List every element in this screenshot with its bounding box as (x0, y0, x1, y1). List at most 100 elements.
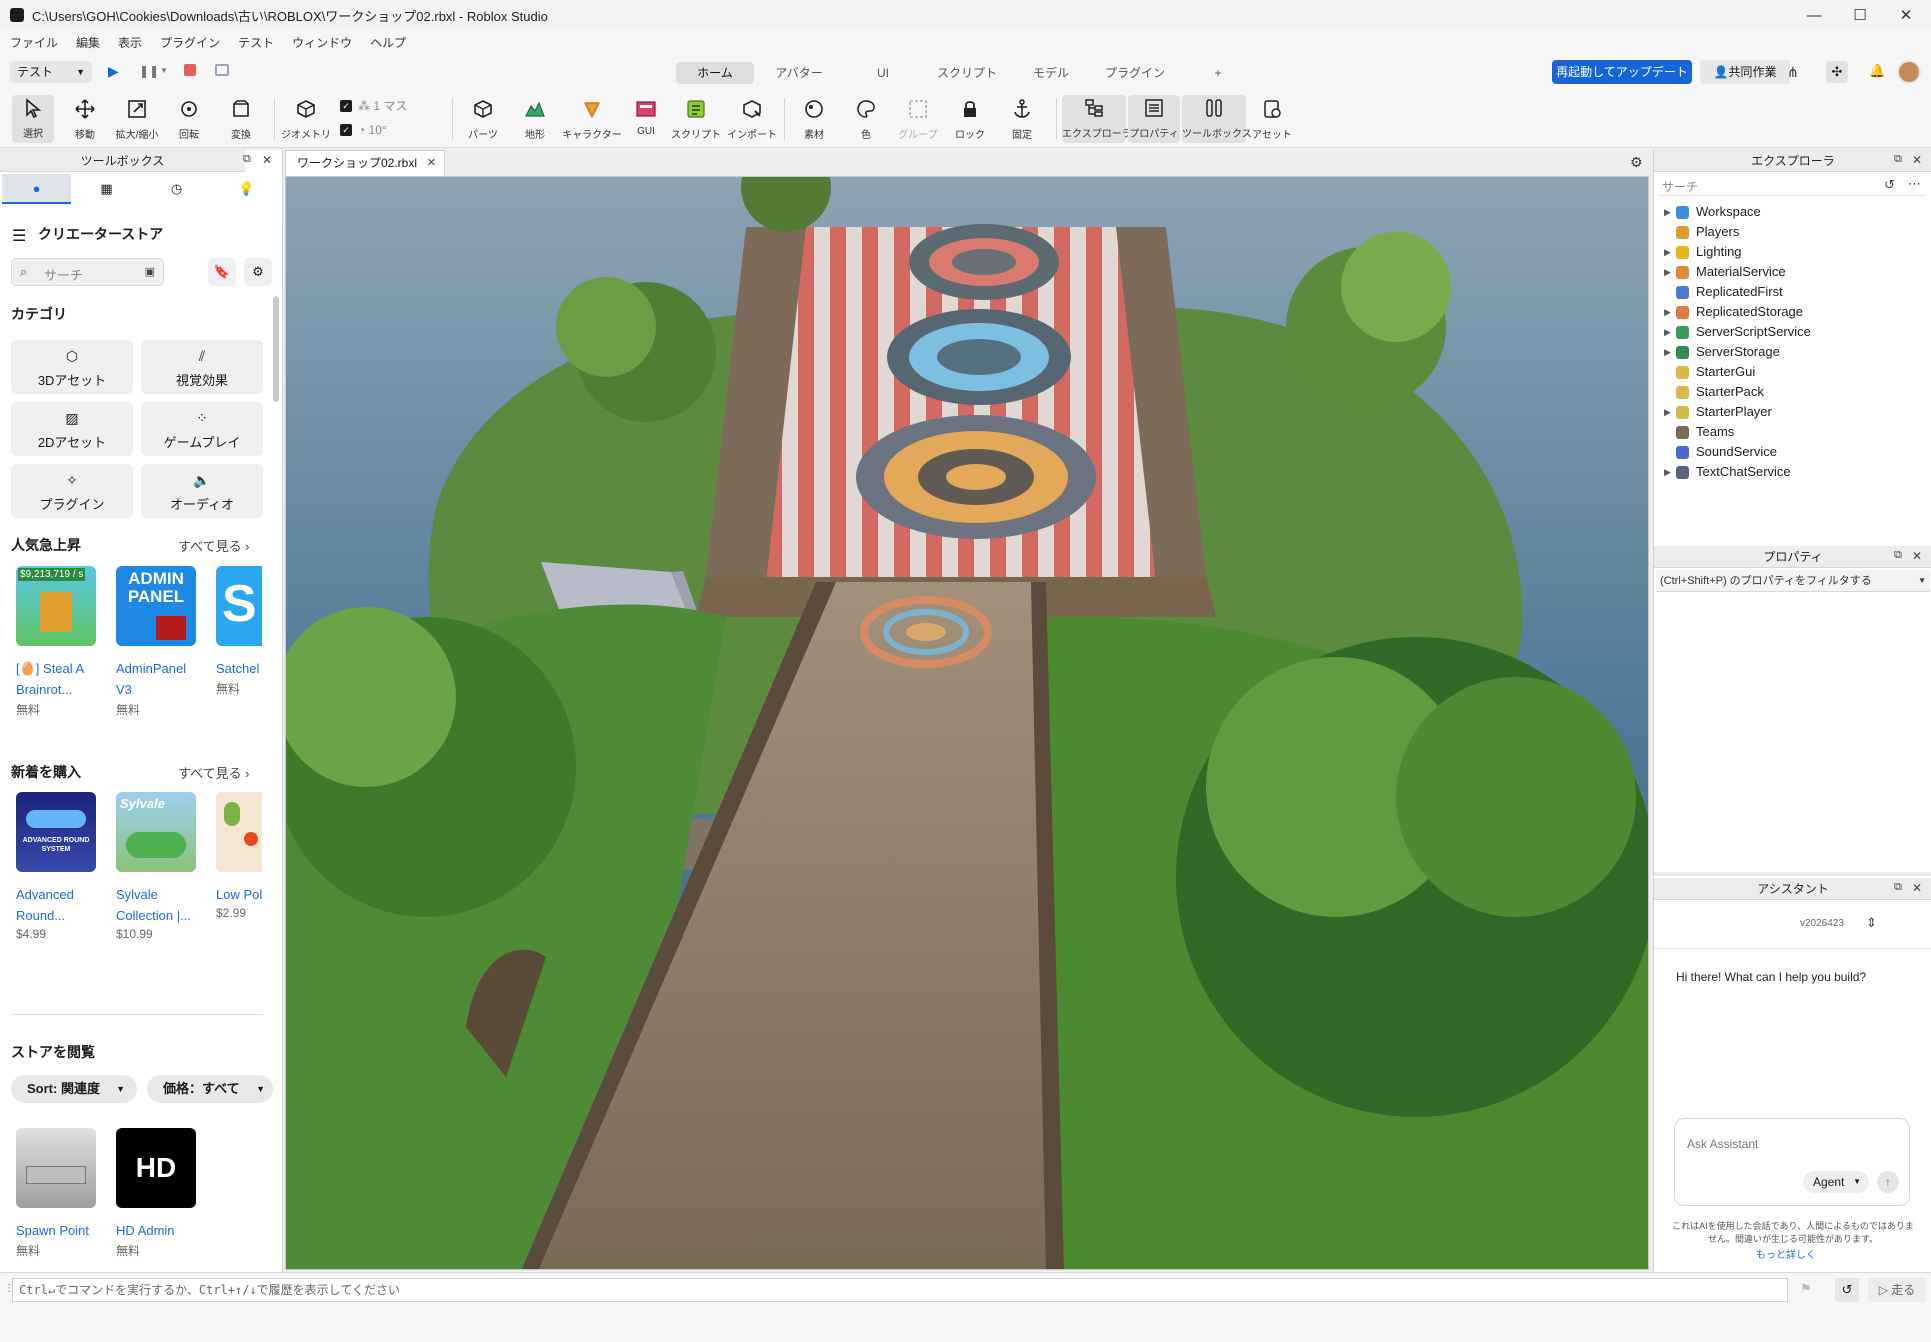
tab-home[interactable]: ホーム (676, 62, 754, 84)
tab-model[interactable]: モデル (1012, 62, 1090, 84)
gui-button[interactable]: GUI (626, 96, 666, 137)
mode-select[interactable]: テスト ▼ (10, 61, 92, 83)
tab-creations[interactable]: 💡 (212, 174, 281, 204)
restart-update-button[interactable]: 再起動してアップデート (1552, 60, 1692, 84)
properties-toggle-button[interactable]: プロパティ (1128, 95, 1180, 143)
terrain-button[interactable]: 地形 (512, 96, 558, 141)
explorer-item-textchatservice[interactable]: ▶ TextChatService (1654, 462, 1924, 482)
category-gameplay[interactable]: ⁘ ゲームプレイ (141, 402, 263, 456)
group-button[interactable]: グループ (894, 96, 942, 141)
notification-bell-icon[interactable]: 🔔 (1869, 63, 1885, 79)
command-input[interactable]: Ctrl↵でコマンドを実行するか、Ctrl+↑/↓で履歴を表示してください (12, 1278, 1788, 1302)
move-tool-button[interactable]: 移動 (64, 96, 106, 141)
properties-filter-input[interactable]: (Ctrl+Shift+P) のプロパティをフィルタする ▼ (1656, 570, 1930, 592)
store-item[interactable]: Sylvale Sylvale Collection |... $10.99 (116, 792, 198, 941)
explorer-item-teams[interactable]: Teams (1654, 422, 1924, 442)
minimize-button[interactable]: — (1791, 0, 1837, 30)
menu-file[interactable]: ファイル (10, 34, 58, 51)
asset-button[interactable]: アセット (1250, 96, 1294, 141)
store-item[interactable]: HD HD Admin 無料 (116, 1128, 198, 1259)
send-button[interactable]: ↑ (1877, 1171, 1899, 1193)
panel-splitter[interactable] (1654, 872, 1931, 876)
script-button[interactable]: スクリプト (670, 96, 722, 141)
close-window-button[interactable]: ✕ (1883, 0, 1929, 30)
tab-ui[interactable]: UI (844, 62, 922, 84)
3d-viewport[interactable] (285, 176, 1649, 1270)
command-history-icon[interactable]: ↺ (1835, 1278, 1859, 1302)
sort-dropdown[interactable]: Sort: 関連度 ▼ (11, 1075, 137, 1103)
anchor-button[interactable]: 固定 (998, 96, 1046, 141)
document-tab[interactable]: ワークショップ02.rbxl ✕ (285, 150, 445, 176)
transform-tool-button[interactable]: 変換 (220, 96, 262, 141)
tab-marketplace[interactable]: ● (2, 174, 71, 204)
menu-window[interactable]: ウィンドウ (292, 34, 352, 51)
collaborate-button[interactable]: 👤共同作業 (1700, 60, 1790, 84)
expand-chevron-icon[interactable]: ▶ (1664, 402, 1671, 422)
geometry-button[interactable]: ジオメトリ (280, 96, 332, 141)
assistant-menu-icon[interactable]: ⇕ (1866, 915, 1877, 931)
image-search-icon[interactable]: ▣ (145, 265, 155, 278)
snap-move-checkbox[interactable]: ✓ (340, 100, 352, 112)
store-item[interactable]: Spawn Point 無料 (16, 1128, 98, 1259)
lock-button[interactable]: ロック (946, 96, 994, 141)
toolbox-search-input[interactable]: ⌕ サーチ ▣ (11, 258, 164, 286)
category-plugins[interactable]: ✧ プラグイン (11, 464, 133, 518)
share-icon[interactable]: ⋔ (1787, 64, 1799, 81)
expand-chevron-icon[interactable]: ▶ (1664, 202, 1671, 222)
store-item[interactable]: ADMIN PANEL AdminPanel V3 無料 (116, 566, 198, 718)
rotate-tool-button[interactable]: 回転 (168, 96, 210, 141)
select-tool-button[interactable]: 選択 (12, 95, 54, 143)
undock-icon[interactable]: ⧉ (243, 153, 251, 166)
category-2d-assets[interactable]: ▨ 2Dアセット (11, 402, 133, 456)
category-3d-assets[interactable]: ⬡ 3Dアセット (11, 340, 133, 394)
store-item[interactable]: ADVANCED ROUND SYSTEM Advanced Round... … (16, 792, 98, 941)
run-command-button[interactable]: ▷ 走る (1868, 1278, 1926, 1302)
store-item[interactable]: $9,213,719 / s [🥚] Steal A Brainrot... 無… (16, 566, 98, 718)
menu-plugins[interactable]: プラグイン (160, 34, 220, 51)
explorer-toggle-button[interactable]: エクスプローラ (1062, 95, 1132, 143)
expand-chevron-icon[interactable]: ▶ (1664, 462, 1671, 482)
toolbox-scrollbar[interactable] (273, 296, 279, 402)
explorer-item-serverscriptservice[interactable]: ▶ ServerScriptService (1654, 322, 1924, 342)
close-panel-icon[interactable]: ✕ (262, 153, 272, 167)
tab-plugins[interactable]: プラグイン (1096, 62, 1174, 84)
expand-chevron-icon[interactable]: ▶ (1664, 262, 1671, 282)
menu-test[interactable]: テスト (238, 34, 274, 51)
explorer-item-players[interactable]: Players (1654, 222, 1924, 242)
category-audio[interactable]: 🔈 オーディオ (141, 464, 263, 518)
material-button[interactable]: 素材 (790, 96, 838, 141)
trending-see-all-link[interactable]: すべて見る › (178, 536, 250, 555)
close-panel-icon[interactable]: ✕ (1912, 153, 1922, 167)
stop-icon[interactable] (184, 64, 196, 76)
user-avatar[interactable] (1897, 60, 1921, 84)
expand-chevron-icon[interactable]: ▶ (1664, 302, 1671, 322)
viewport-settings-icon[interactable]: ⚙ (1630, 154, 1643, 171)
toolbox-toggle-button[interactable]: ツールボックス (1182, 95, 1252, 143)
scale-tool-button[interactable]: 拡大/縮小 (112, 96, 162, 141)
undock-icon[interactable]: ⧉ (1894, 881, 1902, 894)
play-icon[interactable]: ▶ (108, 63, 119, 80)
undock-icon[interactable]: ⧉ (1894, 549, 1902, 562)
assistant-input[interactable]: Ask Assistant Agent ▼ ↑ (1674, 1118, 1910, 1206)
expand-chevron-icon[interactable]: ▶ (1664, 242, 1671, 262)
expand-chevron-icon[interactable]: ▶ (1664, 322, 1671, 342)
explorer-item-replicatedstorage[interactable]: ▶ ReplicatedStorage (1654, 302, 1924, 322)
pause-icon[interactable]: ❚❚ (139, 64, 159, 78)
import-button[interactable]: インポート (726, 96, 778, 141)
menu-help[interactable]: ヘルプ (370, 34, 406, 51)
learn-more-link[interactable]: もっと詳しく (1756, 1246, 1816, 1261)
snap-move-field[interactable]: ⁂ 1 マス (358, 97, 438, 115)
color-button[interactable]: 色 (842, 96, 890, 141)
tab-inventory[interactable]: ▦ (72, 174, 141, 204)
team-create-icon[interactable]: ✣ (1826, 61, 1848, 83)
explorer-item-starterpack[interactable]: StarterPack (1654, 382, 1924, 402)
new-see-all-link[interactable]: すべて見る › (178, 763, 250, 782)
explorer-search-input[interactable]: サーチ ↺ ⋯ (1658, 176, 1926, 196)
agent-mode-dropdown[interactable]: Agent ▼ (1803, 1171, 1869, 1193)
store-item[interactable]: Low Poly Nature $2.99 (216, 792, 262, 920)
more-options-icon[interactable]: ⋯ (1908, 176, 1921, 192)
bookmark-button[interactable]: 🔖 (208, 258, 236, 286)
price-dropdown[interactable]: 価格：すべて ▼ (147, 1075, 273, 1103)
filter-button[interactable]: ⚙ (244, 258, 272, 286)
snap-rotate-field[interactable]: ◔ 10° (358, 121, 438, 139)
